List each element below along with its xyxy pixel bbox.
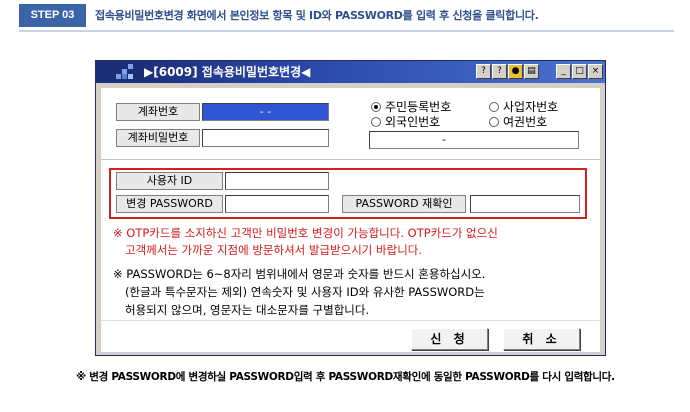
close-button[interactable]: ×: [588, 64, 603, 79]
apply-button[interactable]: 신 청: [411, 328, 488, 350]
step-badge: STEP 03: [19, 4, 86, 27]
warning-line: 고객께서는 가까운 지점에 방문하셔서 발급받으시기 바랍니다.: [125, 243, 423, 257]
maximize-button[interactable]: □: [572, 64, 587, 79]
account-password-label: 계좌비밀번호: [116, 129, 200, 147]
radio-passport-number[interactable]: 여권번호: [489, 113, 547, 130]
question-icon[interactable]: ?: [492, 64, 507, 79]
note-line: 허용되지 않으며, 영문자는 대소문자를 구별합니다.: [125, 303, 370, 317]
warning-line: ※ OTP카드를 소지하신 고객만 비밀번호 변경이 가능합니다. OTP카드가…: [113, 226, 498, 240]
footnote: ※ 변경 PASSWORD에 변경하실 PASSWORD입력 후 PASSWOR…: [76, 371, 615, 383]
info-icon[interactable]: ●: [508, 64, 523, 79]
window-title: ▶[6009] 접속용비밀번호변경◀: [144, 65, 311, 79]
help-icon[interactable]: ?: [476, 64, 491, 79]
form-area: 계좌번호 - - 계좌비밀번호 주민등록번호 사업자번호 외국인번호 여권번호 …: [101, 88, 600, 352]
print-icon[interactable]: ▤: [524, 64, 539, 79]
section-divider: [101, 159, 600, 160]
confirm-password-label: PASSWORD 재확인: [342, 195, 466, 213]
radio-unchecked-icon: [489, 101, 499, 112]
radio-unchecked-icon: [371, 116, 381, 127]
id-number-input[interactable]: -: [369, 131, 579, 149]
minimize-button[interactable]: _: [556, 64, 571, 79]
window-titlebar: ▶[6009] 접속용비밀번호변경◀ ? ? ● ▤ _ □ ×: [96, 61, 605, 83]
password-rules-note: ※ PASSWORD는 6~8자리 범위내에서 영문과 숫자를 반드시 혼용하십…: [113, 265, 593, 319]
otp-warning: ※ OTP카드를 소지하신 고객만 비밀번호 변경이 가능합니다. OTP카드가…: [113, 225, 593, 259]
user-id-input[interactable]: [225, 172, 329, 190]
new-password-label: 변경 PASSWORD: [116, 195, 223, 213]
titlebar-logo-icon: [116, 64, 138, 80]
note-line: (한글과 특수문자는 제외) 연속숫자 및 사용자 ID와 유사한 PASSWO…: [125, 285, 485, 299]
account-password-input[interactable]: [202, 129, 329, 147]
new-password-input[interactable]: [225, 195, 329, 213]
account-number-input[interactable]: - -: [202, 103, 329, 121]
password-change-window: ▶[6009] 접속용비밀번호변경◀ ? ? ● ▤ _ □ × 계좌번호 - …: [95, 60, 606, 356]
radio-unchecked-icon: [489, 116, 499, 127]
radio-foreigner-number[interactable]: 외국인번호: [371, 113, 440, 130]
radio-label: 외국인번호: [385, 115, 441, 129]
footer-divider: [101, 320, 600, 321]
account-number-label: 계좌번호: [116, 103, 200, 121]
note-line: ※ PASSWORD는 6~8자리 범위내에서 영문과 숫자를 반드시 혼용하십…: [113, 267, 486, 281]
confirm-password-input[interactable]: [470, 195, 580, 213]
user-id-label: 사용자 ID: [116, 172, 223, 190]
radio-label: 여권번호: [503, 115, 548, 129]
radio-checked-icon: [371, 101, 381, 112]
step-header: STEP 03 접속용비밀번호변경 화면에서 본인정보 항목 및 ID와 PAS…: [19, 4, 674, 32]
cancel-button[interactable]: 취 소: [503, 328, 580, 350]
step-divider: [19, 30, 674, 32]
step-instruction: 접속용비밀번호변경 화면에서 본인정보 항목 및 ID와 PASSWORD를 입…: [95, 9, 539, 22]
